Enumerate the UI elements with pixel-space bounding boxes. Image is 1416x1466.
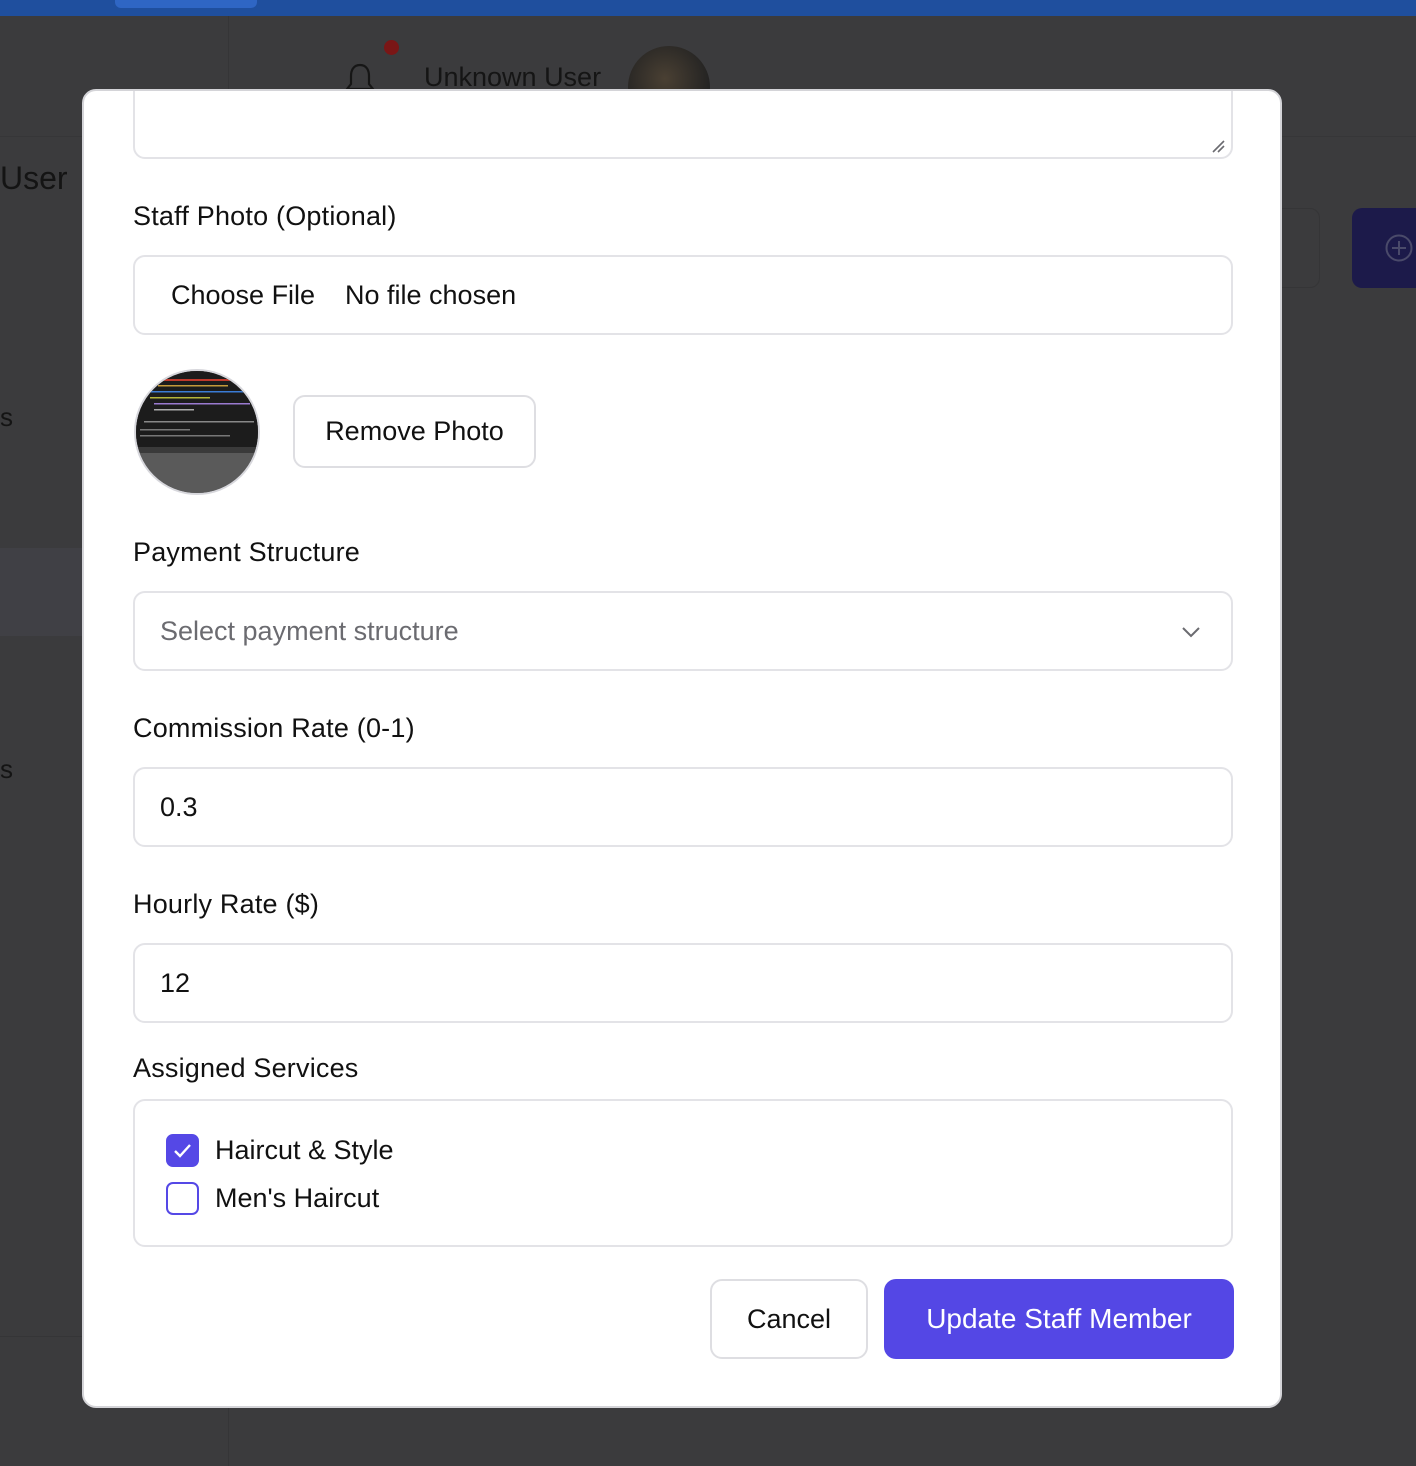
assigned-services-label: Assigned Services <box>133 1053 359 1083</box>
notification-dot <box>384 40 399 55</box>
update-staff-member-button[interactable]: Update Staff Member <box>884 1279 1234 1359</box>
remove-photo-button[interactable]: Remove Photo <box>293 395 536 468</box>
page-title: User <box>0 160 68 196</box>
resize-handle-icon[interactable] <box>1211 139 1225 153</box>
service-label: Men's Haircut <box>215 1182 380 1213</box>
payment-structure-placeholder: Select payment structure <box>160 616 459 646</box>
payment-structure-label: Payment Structure <box>133 537 360 567</box>
service-label: Haircut & Style <box>215 1134 394 1165</box>
service-item-mens-haircut[interactable]: Men's Haircut <box>166 1181 379 1215</box>
edit-staff-modal: Staff Photo (Optional) Choose File No fi… <box>82 89 1282 1408</box>
plus-circle-icon <box>1385 234 1413 262</box>
checkmark-icon <box>174 1143 191 1158</box>
services-checkbox-list: Haircut & Style Men's Haircut <box>133 1099 1233 1247</box>
service-item-haircut-style[interactable]: Haircut & Style <box>166 1133 394 1167</box>
hourly-rate-input[interactable]: 12 <box>133 943 1233 1023</box>
choose-file-button[interactable]: Choose File <box>171 280 315 311</box>
staff-photo-preview <box>134 369 260 495</box>
sidebar-item-label: s <box>0 754 13 784</box>
sidebar-item-active[interactable] <box>0 548 82 636</box>
sidebar-item-label: s <box>0 402 13 432</box>
staff-photo-file-input[interactable]: Choose File No file chosen <box>133 255 1233 335</box>
payment-structure-select[interactable]: Select payment structure <box>133 591 1233 671</box>
commission-rate-label: Commission Rate (0-1) <box>133 713 415 743</box>
notes-textarea[interactable] <box>133 91 1233 159</box>
cancel-button[interactable]: Cancel <box>710 1279 868 1359</box>
app-top-bar <box>0 0 1416 16</box>
file-status-text: No file chosen <box>345 280 517 310</box>
top-bar-active-tab[interactable] <box>115 0 257 8</box>
service-checkbox[interactable] <box>166 1181 199 1215</box>
hourly-rate-label: Hourly Rate ($) <box>133 889 320 919</box>
chevron-down-icon <box>1182 627 1200 638</box>
hourly-rate-value: 12 <box>160 968 191 998</box>
sidebar-footer-divider <box>0 1336 82 1337</box>
commission-rate-input[interactable]: 0.3 <box>133 767 1233 847</box>
staff-photo-label: Staff Photo (Optional) <box>133 201 397 231</box>
commission-rate-value: 0.3 <box>160 792 198 822</box>
service-checkbox[interactable] <box>166 1133 199 1167</box>
